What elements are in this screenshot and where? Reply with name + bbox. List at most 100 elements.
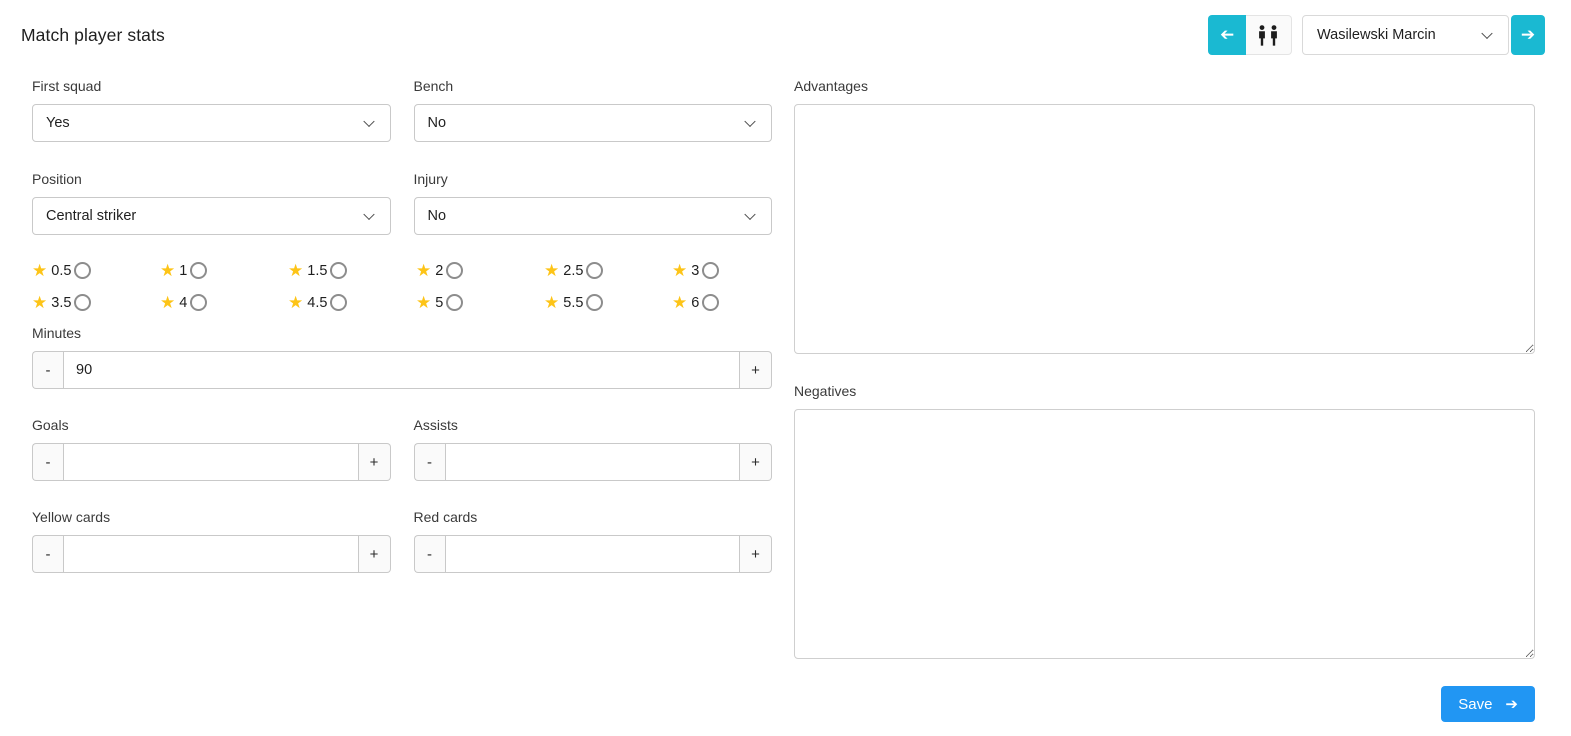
advantages-textarea[interactable] (794, 104, 1535, 354)
first-squad-value: Yes (46, 115, 70, 131)
minutes-input[interactable] (63, 351, 740, 389)
goals-increment-button[interactable]: + (358, 443, 391, 481)
minutes-label: Minutes (32, 325, 82, 341)
yellow-cards-decrement-button[interactable]: - (32, 535, 63, 573)
star-icon: ★ (544, 261, 560, 280)
rating-radio[interactable] (586, 262, 604, 279)
negatives-field: Negatives (794, 382, 1535, 659)
position-value: Central striker (46, 208, 137, 224)
rating-option-2[interactable]: ★ 2 (416, 261, 544, 280)
yellow-cards-input[interactable] (63, 535, 359, 573)
goals-field: Goals - + (32, 416, 391, 481)
star-icon: ★ (672, 261, 688, 280)
rating-option-5.5[interactable]: ★ 5.5 (544, 293, 672, 312)
rating-radio[interactable] (330, 294, 348, 311)
rating-option-4[interactable]: ★ 4 (160, 293, 288, 312)
minutes-increment-button[interactable]: + (740, 351, 772, 389)
arrow-right-icon: ➔ (1505, 695, 1518, 713)
star-icon: ★ (672, 293, 688, 312)
negatives-label: Negatives (794, 383, 857, 399)
chevron-down-icon (1481, 27, 1493, 40)
rating-option-3.5[interactable]: ★ 3.5 (32, 293, 160, 312)
injury-select[interactable]: No (413, 197, 772, 235)
people-icon (1259, 24, 1277, 46)
rating-radio[interactable] (702, 262, 720, 279)
player-select-value: Wasilewski Marcin (1317, 27, 1436, 43)
assists-stepper: - + (413, 443, 772, 481)
position-label: Position (32, 171, 82, 187)
rating-options: ★ 0.5 ★ 1 ★ 1.5 ★ 2 ★ 2.5 ★ 3 ★ 3.5 ★ 4 … (32, 261, 772, 312)
advantages-field: Advantages (794, 77, 1535, 354)
goals-input[interactable] (63, 443, 359, 481)
right-column: Advantages Negatives Save ➔ (794, 77, 1535, 722)
rating-option-2.5[interactable]: ★ 2.5 (544, 261, 672, 280)
red-cards-label: Red cards (413, 509, 478, 525)
previous-player-button[interactable]: ➔ (1208, 15, 1246, 55)
red-cards-field: Red cards - + (413, 508, 772, 573)
bench-value: No (427, 115, 447, 131)
bench-label: Bench (413, 78, 454, 94)
rating-radio[interactable] (446, 294, 464, 311)
rating-option-5[interactable]: ★ 5 (416, 293, 544, 312)
advantages-label: Advantages (794, 78, 868, 94)
minutes-stepper: - + (32, 351, 772, 389)
star-icon: ★ (288, 293, 304, 312)
player-navigation: ➔ Wasilewski Marcin ➔ (1208, 15, 1545, 55)
goals-decrement-button[interactable]: - (32, 443, 63, 481)
chevron-down-icon (744, 115, 756, 128)
first-squad-select[interactable]: Yes (32, 104, 391, 142)
minutes-decrement-button[interactable]: - (32, 351, 63, 389)
bench-select[interactable]: No (413, 104, 772, 142)
header: Match player stats ➔ Wasilewski Marcin ➔ (0, 0, 1571, 55)
star-icon: ★ (160, 293, 176, 312)
rating-radio[interactable] (74, 262, 92, 279)
yellow-cards-label: Yellow cards (32, 509, 111, 525)
rating-option-6[interactable]: ★ 6 (672, 293, 772, 312)
assists-input[interactable] (444, 443, 740, 481)
minutes-field: Minutes - + (32, 324, 772, 389)
injury-field: Injury No (413, 170, 772, 235)
form-content: First squad Yes Bench No Position Centra… (0, 77, 1571, 722)
rating-option-4.5[interactable]: ★ 4.5 (288, 293, 416, 312)
save-row: Save ➔ (794, 686, 1535, 722)
red-cards-input[interactable] (444, 535, 740, 573)
page-title: Match player stats (21, 24, 165, 45)
position-select[interactable]: Central striker (32, 197, 391, 235)
rating-radio[interactable] (190, 262, 208, 279)
left-column: First squad Yes Bench No Position Centra… (32, 77, 772, 722)
player-select[interactable]: Wasilewski Marcin (1302, 15, 1509, 55)
players-list-button[interactable] (1246, 15, 1292, 55)
save-button[interactable]: Save ➔ (1441, 686, 1535, 722)
goals-label: Goals (32, 417, 69, 433)
rating-radio[interactable] (446, 262, 464, 279)
rating-radio[interactable] (586, 294, 604, 311)
red-cards-decrement-button[interactable]: - (413, 535, 445, 573)
yellow-cards-field: Yellow cards - + (32, 508, 391, 573)
red-cards-increment-button[interactable]: + (740, 535, 772, 573)
red-cards-stepper: - + (413, 535, 772, 573)
star-icon: ★ (160, 261, 176, 280)
rating-option-0.5[interactable]: ★ 0.5 (32, 261, 160, 280)
assists-decrement-button[interactable]: - (413, 443, 445, 481)
star-icon: ★ (416, 261, 432, 280)
assists-label: Assists (413, 417, 458, 433)
rating-option-1.5[interactable]: ★ 1.5 (288, 261, 416, 280)
yellow-cards-stepper: - + (32, 535, 391, 573)
save-button-label: Save (1458, 695, 1493, 713)
rating-radio[interactable] (74, 294, 92, 311)
rating-radio[interactable] (190, 294, 208, 311)
goals-stepper: - + (32, 443, 391, 481)
next-player-button[interactable]: ➔ (1511, 15, 1545, 55)
star-icon: ★ (32, 293, 48, 312)
first-squad-field: First squad Yes (32, 77, 391, 142)
negatives-textarea[interactable] (794, 409, 1535, 659)
rating-option-3[interactable]: ★ 3 (672, 261, 772, 280)
rating-radio[interactable] (702, 294, 720, 311)
assists-increment-button[interactable]: + (740, 443, 772, 481)
yellow-cards-increment-button[interactable]: + (358, 535, 391, 573)
bench-field: Bench No (413, 77, 772, 142)
arrow-left-icon: ➔ (1219, 25, 1235, 44)
rating-radio[interactable] (330, 262, 348, 279)
rating-option-1[interactable]: ★ 1 (160, 261, 288, 280)
injury-label: Injury (413, 171, 448, 187)
